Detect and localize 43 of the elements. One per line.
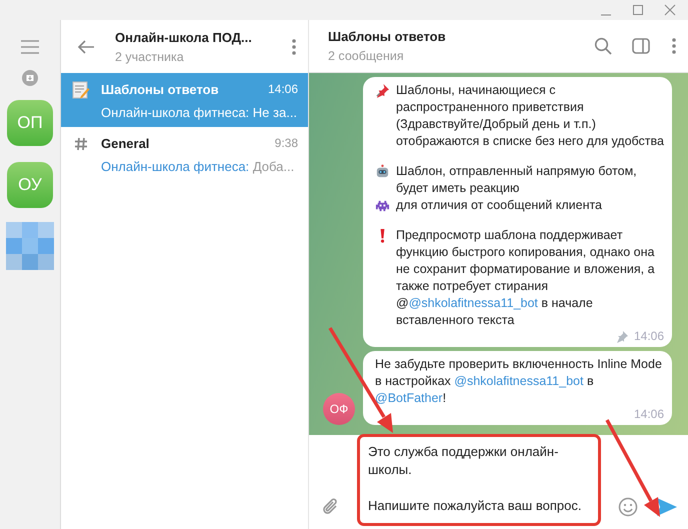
chat-time: 9:38 [274,136,298,151]
space-invader-icon [375,198,390,213]
chat-title: Шаблоны ответов [328,29,447,44]
folder-tab[interactable]: ОП [7,100,53,146]
message-text: для отличия от сообщений клиента [396,197,604,214]
smiley-icon[interactable] [618,497,638,517]
mention-link[interactable]: @shkolafitnessa11_bot [454,374,584,388]
chat-list-item[interactable]: Шаблоны ответов 14:06 Онлайн-школа фитнеса: Не за... [61,73,308,127]
message-time: 14:06 [634,328,664,345]
message-count: 2 сообщения [328,49,405,63]
message-preview: Доба... [252,159,294,174]
hash-icon [74,137,88,151]
robot-icon [375,164,390,179]
preview-sender: Онлайн-школа фитнеса: [101,159,250,174]
archive-icon[interactable] [22,70,38,86]
chat-title: Шаблоны ответов [101,82,219,97]
message-input-field[interactable]: Это служба поддержки онлайн-школы. Напишите пожалуйста ваш вопрос. [368,443,590,515]
sidebar-toggle-icon[interactable] [632,37,650,55]
send-icon[interactable] [656,497,678,517]
member-count: 2 участника [115,50,185,64]
group-title: Онлайн-школа ПОД... [115,30,253,44]
blurred-avatar[interactable] [6,222,54,270]
notepad-icon [72,81,90,99]
message-text: Не забудьте проверить включенность Inline Mode в настройках @shkolafitnessa11_bot в @BotFather! [375,356,663,407]
close-icon[interactable] [664,4,676,16]
menu-icon[interactable] [21,40,39,54]
maximize-icon[interactable] [632,4,644,16]
message-time: 14:06 [634,406,664,423]
more-icon[interactable] [672,38,676,54]
chat-time: 14:06 [268,82,298,97]
mention-link[interactable]: @BotFather [375,391,443,405]
mention-link[interactable]: @shkolafitnessa11_bot [408,296,538,310]
more-icon[interactable] [292,38,296,54]
message-preview: Онлайн-школа фитнеса: Не за... [101,105,298,120]
chat-list-item[interactable]: General 9:38 Онлайн-школа фитнеса: Доба... [61,127,308,181]
search-icon[interactable] [594,37,612,55]
message-text: Шаблоны, начинающиеся с распространенного приветствия (Здравствуйте/Добрый день и т.п.) отображаются в списке без него для удобства [396,82,664,150]
back-arrow-icon[interactable] [77,38,95,56]
folder-tab[interactable]: ОУ [7,162,53,208]
pushpin-icon [375,83,390,98]
sender-avatar[interactable]: ОФ [323,393,355,425]
chat-title: General [101,136,150,151]
message-text: Предпросмотр шаблона поддерживает функцию быстрого копирования, однако она не сохранит форматирование и вложения, а также потребует стирания @@shkolafitnessa11_bot в начале вставленного текста [396,227,656,329]
